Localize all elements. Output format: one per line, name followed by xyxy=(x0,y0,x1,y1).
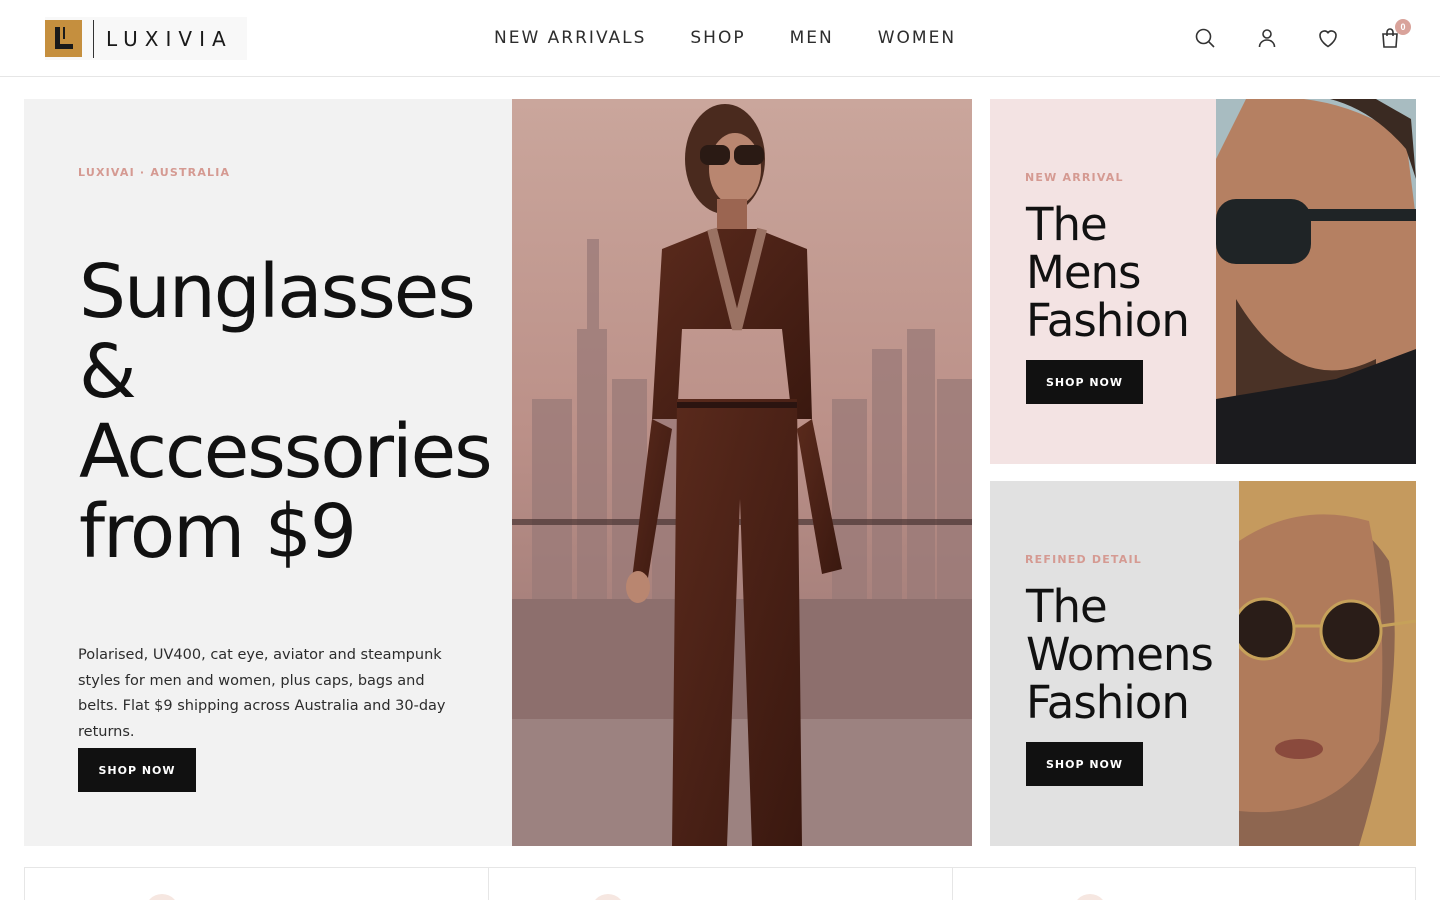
hero-title: Sunglasses & Accessories from $9 xyxy=(79,252,499,572)
promo-title-line: Fashion xyxy=(1026,676,1190,729)
logo-divider xyxy=(93,19,94,58)
promo-title-line: The xyxy=(1026,580,1108,633)
site-header: LUXIVIA NEW ARRIVALS SHOP MEN WOMEN 0 xyxy=(0,0,1440,77)
feature-icon xyxy=(591,894,625,900)
promo-title-line: The xyxy=(1026,198,1108,251)
hero-description: Polarised, UV400, cat eye, aviator and s… xyxy=(78,647,446,740)
promo-mens-eyebrow: NEW ARRIVAL xyxy=(1025,171,1124,184)
promo-mens-title: The Mens Fashion xyxy=(1026,198,1190,347)
hero-title-line: Accessories xyxy=(79,409,493,495)
womens-shop-now-button[interactable]: SHOP NOW xyxy=(1026,742,1143,786)
brand-logo[interactable]: LUXIVIA xyxy=(45,17,247,60)
feature-strip xyxy=(24,867,1416,900)
promo-womens-title: The Womens Fashion xyxy=(1026,580,1214,729)
nav-item-shop[interactable]: SHOP xyxy=(690,28,745,48)
promo-title-line: Fashion xyxy=(1026,294,1190,347)
hero-model-image xyxy=(512,99,972,846)
heart-icon[interactable] xyxy=(1316,26,1340,50)
hero-panel: LUXIVAI · AUSTRALIA Sunglasses & Accesso… xyxy=(24,99,512,846)
promo-womens-eyebrow: REFINED DETAIL xyxy=(1025,553,1142,566)
nav-item-women[interactable]: WOMEN xyxy=(878,28,956,48)
logo-mark-icon xyxy=(45,20,82,57)
promo-womens-card[interactable]: REFINED DETAIL The Womens Fashion SHOP N… xyxy=(990,481,1416,846)
feature-cell xyxy=(25,868,489,900)
promo-mens-card[interactable]: NEW ARRIVAL The Mens Fashion SHOP NOW xyxy=(990,99,1416,464)
user-icon[interactable] xyxy=(1255,26,1279,50)
promo-title-line: Womens xyxy=(1026,628,1214,681)
feature-icon xyxy=(145,894,179,900)
cart-count-badge: 0 xyxy=(1395,19,1411,35)
mens-model-image xyxy=(1216,99,1416,464)
hero-eyebrow: LUXIVAI · AUSTRALIA xyxy=(78,166,231,179)
nav-item-men[interactable]: MEN xyxy=(790,28,834,48)
hero-shop-now-button[interactable]: SHOP NOW xyxy=(78,748,196,792)
search-icon[interactable] xyxy=(1193,26,1217,50)
main-nav: NEW ARRIVALS SHOP MEN WOMEN xyxy=(494,28,956,48)
hero-title-line: Sunglasses xyxy=(79,249,476,335)
feature-cell xyxy=(489,868,953,900)
brand-name: LUXIVIA xyxy=(106,26,233,51)
womens-model-image xyxy=(1239,481,1416,846)
feature-cell xyxy=(953,868,1415,900)
promo-title-line: Mens xyxy=(1026,246,1141,299)
hero-title-line: from $9 xyxy=(79,489,357,575)
nav-item-new-arrivals[interactable]: NEW ARRIVALS xyxy=(494,28,646,48)
feature-icon xyxy=(1073,894,1107,900)
mens-shop-now-button[interactable]: SHOP NOW xyxy=(1026,360,1143,404)
hero-title-line: & xyxy=(79,329,137,415)
